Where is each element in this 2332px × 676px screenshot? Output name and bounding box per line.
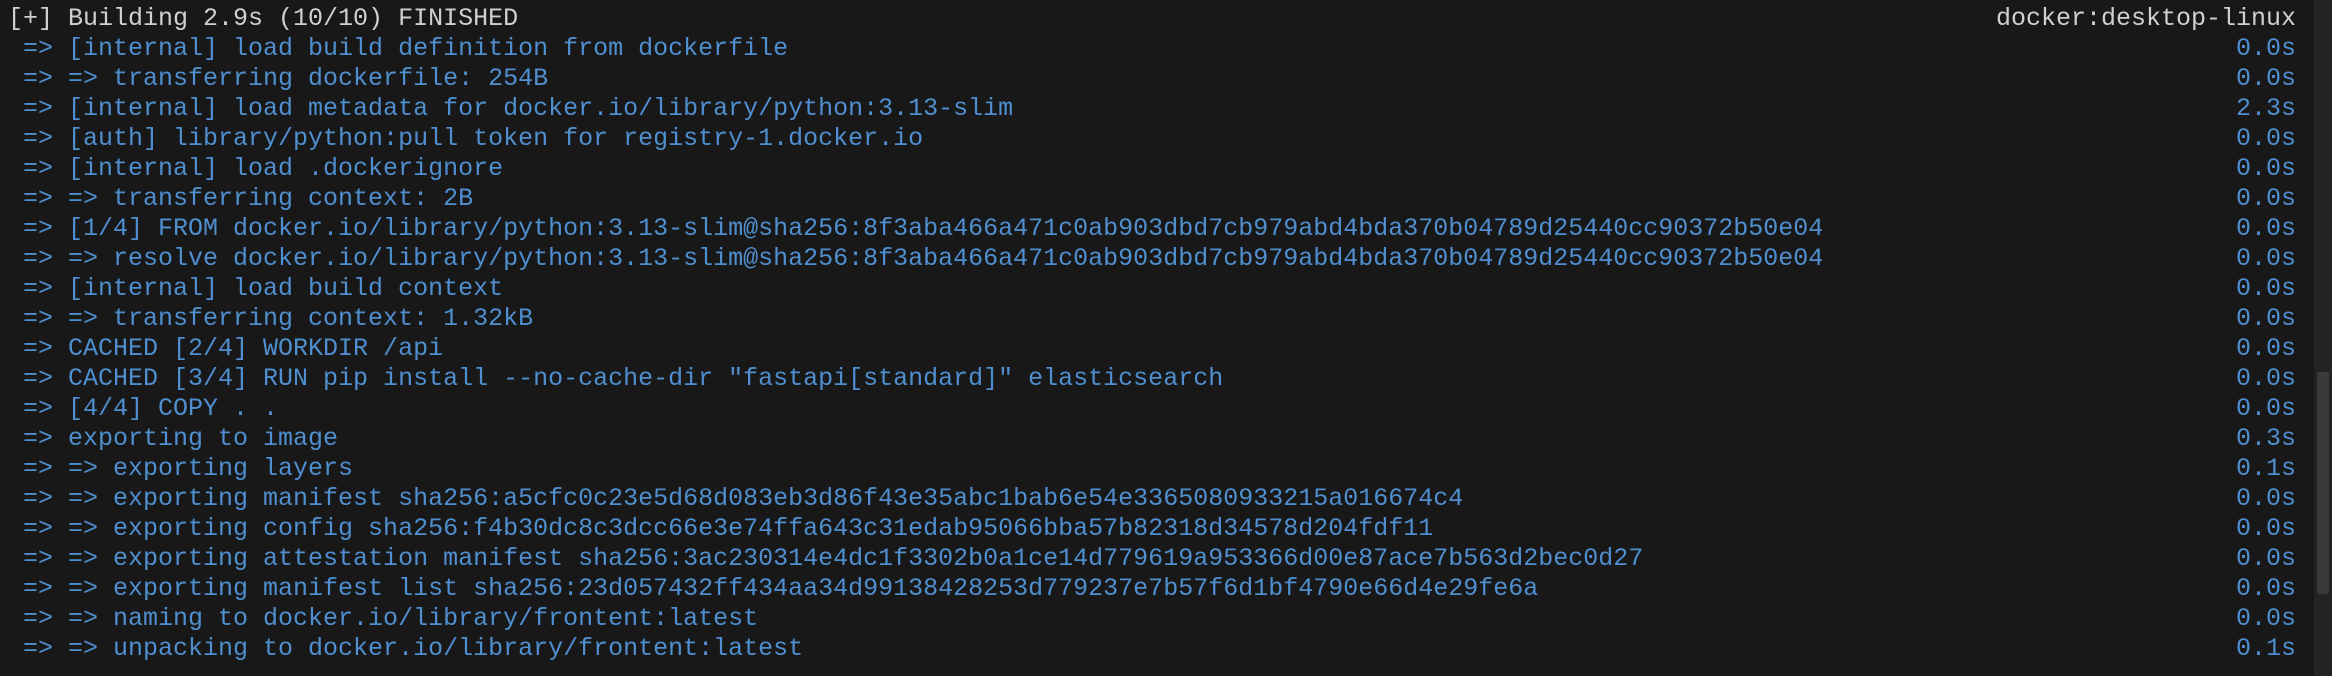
- build-step-line: => [internal] load build definition from…: [0, 34, 2296, 64]
- build-step-line: => [internal] load .dockerignore 0.0s: [0, 154, 2296, 184]
- build-step-line: => [auth] library/python:pull token for …: [0, 124, 2296, 154]
- build-step-duration: 0.0s: [2235, 124, 2296, 153]
- build-step-text: => => exporting manifest sha256:a5cfc0c2…: [8, 484, 1464, 513]
- build-step-line: => [4/4] COPY . . 0.0s: [0, 394, 2296, 424]
- build-step-line: => => exporting config sha256:f4b30dc8c3…: [0, 514, 2296, 544]
- build-step-duration: 0.0s: [2235, 484, 2296, 513]
- build-step-duration: 0.0s: [2235, 604, 2296, 633]
- build-step-text: => => resolve docker.io/library/python:3…: [8, 244, 1824, 273]
- build-step-text: => => transferring context: 2B: [8, 184, 474, 213]
- build-step-duration: 0.0s: [2235, 64, 2296, 93]
- build-status-line: [+] Building 2.9s (10/10) FINISHED docke…: [0, 4, 2296, 34]
- build-step-text: => CACHED [2/4] WORKDIR /api: [8, 334, 444, 363]
- build-step-text: => [internal] load build context: [8, 274, 504, 303]
- build-step-duration: 0.0s: [2235, 244, 2296, 273]
- build-step-line: => exporting to image 0.3s: [0, 424, 2296, 454]
- build-step-duration: 0.0s: [2235, 394, 2296, 423]
- build-step-duration: 0.0s: [2235, 334, 2296, 363]
- build-step-text: => [internal] load metadata for docker.i…: [8, 94, 1014, 123]
- vertical-scrollbar[interactable]: [2314, 0, 2332, 676]
- build-step-duration: 0.0s: [2235, 184, 2296, 213]
- build-step-text: => exporting to image: [8, 424, 339, 453]
- build-step-line: => => transferring context: 2B 0.0s: [0, 184, 2296, 214]
- build-step-line: => => naming to docker.io/library/fronte…: [0, 604, 2296, 634]
- build-step-duration: 0.0s: [2235, 574, 2296, 603]
- build-step-line: => => exporting manifest sha256:a5cfc0c2…: [0, 484, 2296, 514]
- build-step-text: => [4/4] COPY . .: [8, 394, 279, 423]
- build-step-text: => [1/4] FROM docker.io/library/python:3…: [8, 214, 1824, 243]
- build-step-line: => CACHED [3/4] RUN pip install --no-cac…: [0, 364, 2296, 394]
- build-step-text: => => naming to docker.io/library/fronte…: [8, 604, 759, 633]
- build-step-duration: 0.3s: [2235, 424, 2296, 453]
- build-step-duration: 0.0s: [2235, 364, 2296, 393]
- build-step-duration: 0.0s: [2235, 214, 2296, 243]
- build-step-line: => CACHED [2/4] WORKDIR /api 0.0s: [0, 334, 2296, 364]
- build-context: docker:desktop-linux: [1995, 4, 2296, 33]
- build-step-duration: 0.0s: [2235, 304, 2296, 333]
- build-step-line: => => exporting manifest list sha256:23d…: [0, 574, 2296, 604]
- build-step-text: => [auth] library/python:pull token for …: [8, 124, 924, 153]
- build-step-text: => => unpacking to docker.io/library/fro…: [8, 634, 804, 663]
- build-step-line: => => exporting layers 0.1s: [0, 454, 2296, 484]
- build-step-line: => => exporting attestation manifest sha…: [0, 544, 2296, 574]
- build-step-text: => => exporting manifest list sha256:23d…: [8, 574, 1539, 603]
- scrollbar-thumb[interactable]: [2317, 372, 2329, 594]
- build-step-text: => => transferring dockerfile: 254B: [8, 64, 549, 93]
- build-step-duration: 2.3s: [2235, 94, 2296, 123]
- build-step-duration: 0.0s: [2235, 274, 2296, 303]
- build-step-line: => => transferring dockerfile: 254B 0.0s: [0, 64, 2296, 94]
- build-step-duration: 0.1s: [2235, 634, 2296, 663]
- build-step-line: => => resolve docker.io/library/python:3…: [0, 244, 2296, 274]
- build-step-text: => => exporting attestation manifest sha…: [8, 544, 1644, 573]
- terminal-output[interactable]: [+] Building 2.9s (10/10) FINISHED docke…: [0, 0, 2310, 676]
- build-step-duration: 0.0s: [2235, 154, 2296, 183]
- build-step-text: => [internal] load .dockerignore: [8, 154, 504, 183]
- build-step-line: => [internal] load metadata for docker.i…: [0, 94, 2296, 124]
- build-step-text: => [internal] load build definition from…: [8, 34, 789, 63]
- build-step-line: => [1/4] FROM docker.io/library/python:3…: [0, 214, 2296, 244]
- build-step-duration: 0.0s: [2235, 34, 2296, 63]
- build-step-duration: 0.1s: [2235, 454, 2296, 483]
- build-step-duration: 0.0s: [2235, 544, 2296, 573]
- build-step-line: => [internal] load build context 0.0s: [0, 274, 2296, 304]
- build-step-line: => => transferring context: 1.32kB 0.0s: [0, 304, 2296, 334]
- build-step-text: => => exporting config sha256:f4b30dc8c3…: [8, 514, 1434, 543]
- build-step-text: => CACHED [3/4] RUN pip install --no-cac…: [8, 364, 1224, 393]
- build-step-duration: 0.0s: [2235, 514, 2296, 543]
- build-summary: [+] Building 2.9s (10/10) FINISHED: [8, 4, 519, 33]
- build-step-line: => => unpacking to docker.io/library/fro…: [0, 634, 2296, 664]
- build-step-text: => => transferring context: 1.32kB: [8, 304, 534, 333]
- build-step-text: => => exporting layers: [8, 454, 354, 483]
